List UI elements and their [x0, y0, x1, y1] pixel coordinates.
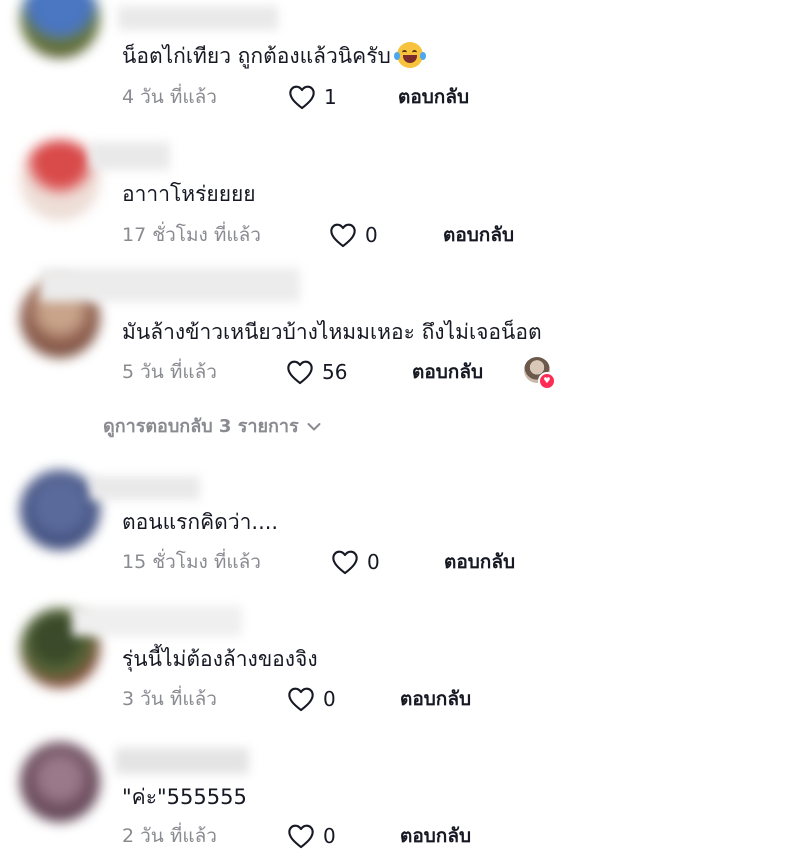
comment-time: 3 วัน ที่แล้ว: [122, 688, 217, 710]
view-replies-label: ดูการตอบกลับ 3 รายการ: [103, 416, 299, 437]
like-button[interactable]: 0: [331, 548, 380, 576]
like-button[interactable]: 0: [329, 221, 378, 249]
comment-text: ตอนแรกคิดว่า....: [122, 510, 279, 534]
username-blurred[interactable]: [72, 606, 242, 636]
comment-time: 15 ชั่วโมง ที่แล้ว: [122, 551, 261, 573]
comment-time: 4 วัน ที่แล้ว: [122, 86, 217, 108]
username-blurred[interactable]: [90, 476, 200, 500]
reply-button[interactable]: ตอบกลับ: [443, 221, 514, 249]
comment-time: 17 ชั่วโมง ที่แล้ว: [122, 224, 261, 246]
like-count: 1: [324, 85, 337, 109]
like-count: 0: [367, 550, 380, 574]
view-replies-button[interactable]: ดูการตอบกลับ 3 รายการ: [103, 414, 321, 440]
avatar[interactable]: [20, 0, 100, 58]
like-count: 0: [323, 824, 336, 848]
like-count: 56: [322, 360, 348, 384]
avatar[interactable]: [20, 470, 100, 550]
avatar[interactable]: [20, 742, 100, 822]
reply-button[interactable]: ตอบกลับ: [412, 358, 483, 386]
heart-icon: [288, 687, 314, 712]
comment-text: น็อตไก่เทียว ถูกต้องแล้วนิครับ: [122, 42, 426, 70]
like-count: 0: [365, 223, 378, 247]
username-blurred[interactable]: [115, 748, 249, 774]
reply-button[interactable]: ตอบกลับ: [398, 83, 469, 111]
heart-icon: [330, 223, 356, 248]
heart-icon: [289, 85, 315, 110]
like-button[interactable]: 0: [287, 685, 336, 713]
heart-badge-icon: ♥: [538, 372, 556, 390]
username-blurred[interactable]: [118, 6, 278, 30]
reply-button[interactable]: ตอบกลับ: [400, 685, 471, 713]
comment-text: รุ่นนี้ไม่ต้องล้างของจิง: [122, 647, 318, 671]
comment-text: อาาาโหร่ยยยย: [122, 182, 256, 206]
chevron-down-icon: [307, 423, 321, 431]
reply-button[interactable]: ตอบกลับ: [400, 822, 471, 850]
like-button[interactable]: 0: [287, 822, 336, 850]
username-blurred[interactable]: [90, 142, 170, 170]
avatar[interactable]: [20, 140, 100, 220]
comment-time: 5 วัน ที่แล้ว: [122, 361, 217, 383]
username-blurred[interactable]: [40, 268, 300, 302]
laughing-emoji-icon: [393, 42, 426, 68]
heart-icon: [332, 550, 358, 575]
heart-icon: [288, 824, 314, 849]
heart-icon: [287, 360, 313, 385]
like-button[interactable]: 1: [288, 83, 337, 111]
comment-text: "ค่ะ"555555: [122, 785, 247, 809]
like-button[interactable]: 56: [286, 358, 347, 386]
comment-time: 2 วัน ที่แล้ว: [122, 825, 217, 847]
comment-text: มันล้างข้าวเหนียวบ้างไหมมเหอะ ถึงไม่เจอน…: [122, 320, 542, 344]
like-count: 0: [323, 687, 336, 711]
reply-button[interactable]: ตอบกลับ: [444, 548, 515, 576]
